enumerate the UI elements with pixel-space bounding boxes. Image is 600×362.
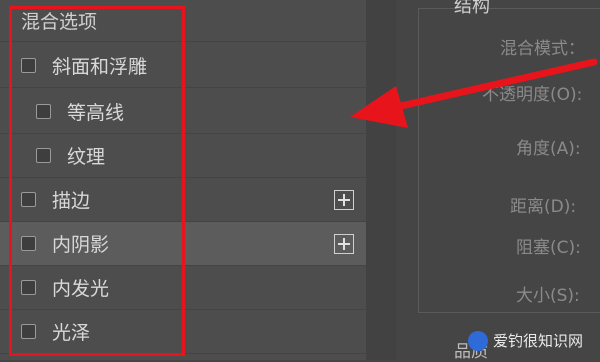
satin-checkbox[interactable] [21,324,36,339]
layer-style-list: 混合选项 斜面和浮雕 等高线 纹理 描边 内阴影 内发光 光泽 [0,0,366,360]
blending-options-header[interactable]: 混合选项 [0,0,366,42]
watermark-text: 爱钓很知识网 [493,332,584,350]
inner-shadow-label: 内阴影 [52,234,110,256]
texture-checkbox[interactable] [36,148,51,163]
size-label: 大小(S): [516,286,580,306]
opacity-label: 不透明度(O): [482,85,583,105]
contour-checkbox[interactable] [36,104,51,119]
contour-label: 等高线 [67,102,125,124]
add-inner-shadow-button[interactable] [334,234,354,254]
choke-label: 阻塞(C): [516,238,581,258]
plus-icon [338,194,350,206]
list-item-stroke[interactable]: 描边 [0,178,366,222]
watermark-logo-icon [468,330,488,351]
inner-glow-label: 内发光 [52,278,110,300]
list-item-contour[interactable]: 等高线 [0,90,366,134]
texture-label: 纹理 [67,146,106,168]
inner-shadow-checkbox[interactable] [21,236,36,251]
stroke-checkbox[interactable] [21,192,36,207]
structure-title: 结构 [454,0,490,17]
panel-divider [366,0,396,360]
list-item-satin[interactable]: 光泽 [0,310,366,354]
structure-panel: 结构 混合模式： 不透明度(O): 角度(A): 距离(D): 阻塞(C): 大… [396,0,600,362]
list-item-inner-glow[interactable]: 内发光 [0,266,366,310]
list-item-texture[interactable]: 纹理 [0,134,366,178]
add-stroke-button[interactable] [334,190,354,210]
watermark: 爱钓很知识网 [468,330,583,351]
blend-mode-label: 混合模式： [500,39,585,59]
inner-glow-checkbox[interactable] [21,280,36,295]
plus-icon [338,238,350,250]
satin-label: 光泽 [52,322,91,344]
distance-label: 距离(D): [510,197,577,217]
list-item-bevel-emboss[interactable]: 斜面和浮雕 [0,44,366,88]
bevel-emboss-label: 斜面和浮雕 [52,56,148,78]
angle-label: 角度(A): [516,139,581,159]
stroke-label: 描边 [52,190,91,212]
list-item-inner-shadow[interactable]: 内阴影 [0,222,366,266]
blending-options-label: 混合选项 [21,11,98,33]
bevel-emboss-checkbox[interactable] [21,58,36,73]
